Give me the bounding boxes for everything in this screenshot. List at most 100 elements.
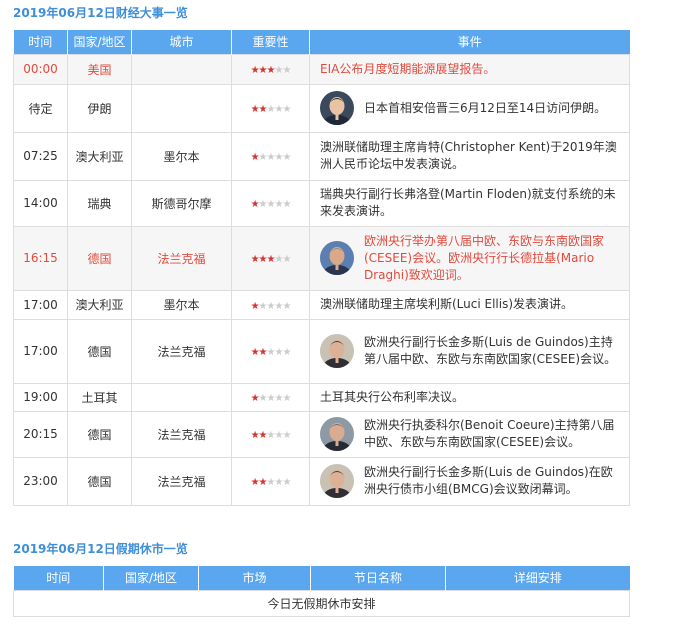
event-content: 欧洲央行副行长金多斯(Luis de Guindos)主持第八届中欧、东欧与东南… — [320, 334, 623, 368]
col-header-country: 国家/地区 — [103, 566, 199, 590]
star-empty-icon: ★ — [282, 65, 291, 76]
cell-city: 法兰克福 — [131, 225, 232, 291]
cell-country: 伊朗 — [67, 83, 132, 133]
star-empty-icon: ★ — [258, 393, 268, 404]
event-text: 澳洲联储助理主席埃利斯(Luci Ellis)发表演讲。 — [320, 297, 574, 311]
cell-time: 00:00 — [13, 53, 68, 85]
col-header-event: 事件 — [309, 30, 630, 54]
star-filled-icon: ★ — [250, 477, 260, 488]
cell-country: 德国 — [67, 318, 132, 384]
star-empty-icon: ★ — [282, 477, 291, 488]
cell-event: 欧洲央行副行长金多斯(Luis de Guindos)在欧洲央行债市小组(BMC… — [309, 456, 630, 506]
star-filled-icon: ★ — [250, 393, 260, 404]
col-header-time: 时间 — [13, 30, 68, 54]
cell-country: 土耳其 — [67, 382, 132, 412]
cell-importance: ★★★★★ — [231, 225, 310, 291]
cell-event: 欧洲央行执委科尔(Benoit Coeure)主持第八届中欧、东欧与东南欧国家(… — [309, 410, 630, 458]
col-header-holiday-name: 节日名称 — [310, 566, 446, 590]
table-row: 待定 伊朗 ★★★★★ 日本首相安倍晋三6月12日至14日访问伊朗。 — [13, 83, 630, 133]
col-header-importance: 重要性 — [231, 30, 310, 54]
cell-city — [131, 53, 232, 85]
star-filled-icon: ★ — [250, 347, 260, 358]
star-empty-icon: ★ — [282, 254, 291, 265]
holiday-section-title: 2019年06月12日假期休市一览 — [13, 542, 188, 556]
importance-stars: ★★★★★ — [250, 152, 292, 163]
cell-importance: ★★★★★ — [231, 456, 310, 506]
cell-time: 07:25 — [13, 131, 68, 181]
event-content: 欧洲央行副行长金多斯(Luis de Guindos)在欧洲央行债市小组(BMC… — [320, 464, 623, 498]
event-text: 欧洲央行举办第八届中欧、东欧与东南欧国家(CESEE)会议。欧洲央行行长德拉基(… — [364, 233, 605, 282]
event-text: 欧洲央行执委科尔(Benoit Coeure)主持第八届中欧、东欧与东南欧国家(… — [364, 418, 615, 449]
avatar — [320, 464, 354, 498]
star-filled-icon: ★ — [250, 152, 260, 163]
star-filled-icon: ★ — [258, 254, 268, 265]
cell-event: 欧洲央行副行长金多斯(Luis de Guindos)主持第八届中欧、东欧与东南… — [309, 318, 630, 384]
star-empty-icon: ★ — [282, 199, 291, 210]
star-filled-icon: ★ — [258, 347, 268, 358]
star-filled-icon: ★ — [250, 300, 260, 312]
cell-city: 法兰克福 — [131, 410, 232, 458]
importance-stars: ★★★★★ — [251, 199, 292, 210]
cell-event: 澳洲联储助理主席埃利斯(Luci Ellis)发表演讲。 — [309, 289, 630, 320]
importance-stars: ★★★★★ — [250, 477, 292, 488]
cell-time: 待定 — [13, 83, 68, 133]
cell-time: 17:00 — [13, 318, 68, 384]
empty-message: 今日无假期休市安排 — [13, 589, 630, 617]
event-content: 日本首相安倍晋三6月12日至14日访问伊朗。 — [320, 91, 623, 125]
cell-event: 澳洲联储助理主席肯特(Christopher Kent)于2019年澳洲人民币论… — [309, 131, 630, 181]
avatar — [320, 241, 354, 275]
cell-event: 欧洲央行举办第八届中欧、东欧与东南欧国家(CESEE)会议。欧洲央行行长德拉基(… — [309, 225, 630, 291]
econ-events-table: 时间 国家/地区 城市 重要性 事件 00:00 美国 ★★★★★ EIA公布月度短期… — [13, 30, 630, 506]
star-empty-icon: ★ — [258, 199, 268, 210]
col-header-market: 市场 — [198, 566, 311, 590]
cell-country: 澳大利亚 — [67, 289, 132, 320]
cell-time: 20:15 — [13, 410, 68, 458]
cell-event: 瑞典央行副行长弗洛登(Martin Floden)就支付系统的未来发表演讲。 — [309, 179, 630, 227]
star-empty-icon: ★ — [282, 430, 291, 441]
col-header-city: 城市 — [131, 30, 232, 54]
table-row: 23:00 德国 法兰克福 ★★★★★ 欧洲央行副行长金多斯(Luis de Guind… — [13, 456, 630, 506]
cell-importance: ★★★★★ — [231, 53, 310, 85]
cell-city: 法兰克福 — [131, 318, 232, 384]
event-text: 欧洲央行副行长金多斯(Luis de Guindos)在欧洲央行债市小组(BMC… — [364, 465, 613, 496]
table-row: 16:15 德国 法兰克福 ★★★★★ 欧洲央行举办第八届中欧、东欧与东南欧国家(CES… — [13, 225, 630, 291]
cell-importance: ★★★★★ — [231, 382, 310, 412]
cell-event: 土耳其央行公布利率决议。 — [309, 382, 630, 412]
cell-country: 美国 — [67, 53, 132, 85]
event-content: 土耳其央行公布利率决议。 — [320, 389, 623, 406]
event-content: EIA公布月度短期能源展望报告。 — [320, 61, 623, 78]
importance-stars: ★★★★★ — [250, 300, 292, 312]
cell-time: 19:00 — [13, 382, 68, 412]
importance-stars: ★★★★★ — [251, 254, 292, 265]
econ-section-title: 2019年06月12日财经大事一览 — [13, 6, 188, 20]
avatar — [320, 91, 354, 125]
cell-country: 瑞典 — [67, 179, 132, 227]
event-text: 日本首相安倍晋三6月12日至14日访问伊朗。 — [364, 100, 607, 115]
event-content: 澳洲联储助理主席肯特(Christopher Kent)于2019年澳洲人民币论… — [320, 139, 623, 173]
avatar — [320, 334, 354, 368]
star-empty-icon: ★ — [258, 300, 268, 312]
star-filled-icon: ★ — [258, 65, 268, 76]
star-empty-icon: ★ — [282, 300, 291, 312]
star-filled-icon: ★ — [250, 430, 260, 441]
star-filled-icon: ★ — [258, 104, 268, 115]
cell-country: 德国 — [67, 225, 132, 291]
event-content: 欧洲央行举办第八届中欧、东欧与东南欧国家(CESEE)会议。欧洲央行行长德拉基(… — [320, 233, 623, 284]
cell-importance: ★★★★★ — [231, 318, 310, 384]
cell-city — [131, 382, 232, 412]
table-header-row: 时间 国家/地区 市场 节日名称 详细安排 — [13, 566, 630, 590]
cell-importance: ★★★★★ — [231, 179, 310, 227]
cell-time: 16:15 — [13, 225, 68, 291]
cell-time: 14:00 — [13, 179, 68, 227]
cell-country: 德国 — [67, 456, 132, 506]
event-content: 瑞典央行副行长弗洛登(Martin Floden)就支付系统的未来发表演讲。 — [320, 186, 623, 220]
event-text: EIA公布月度短期能源展望报告。 — [320, 61, 496, 76]
importance-stars: ★★★★★ — [250, 393, 292, 404]
event-text: 欧洲央行副行长金多斯(Luis de Guindos)主持第八届中欧、东欧与东南… — [364, 335, 617, 366]
event-text: 瑞典央行副行长弗洛登(Martin Floden)就支付系统的未来发表演讲。 — [320, 187, 616, 218]
cell-city: 墨尔本 — [131, 289, 232, 320]
col-header-country: 国家/地区 — [67, 30, 132, 54]
table-row: 今日无假期休市安排 — [13, 589, 630, 617]
cell-country: 德国 — [67, 410, 132, 458]
importance-stars: ★★★★★ — [250, 347, 292, 358]
